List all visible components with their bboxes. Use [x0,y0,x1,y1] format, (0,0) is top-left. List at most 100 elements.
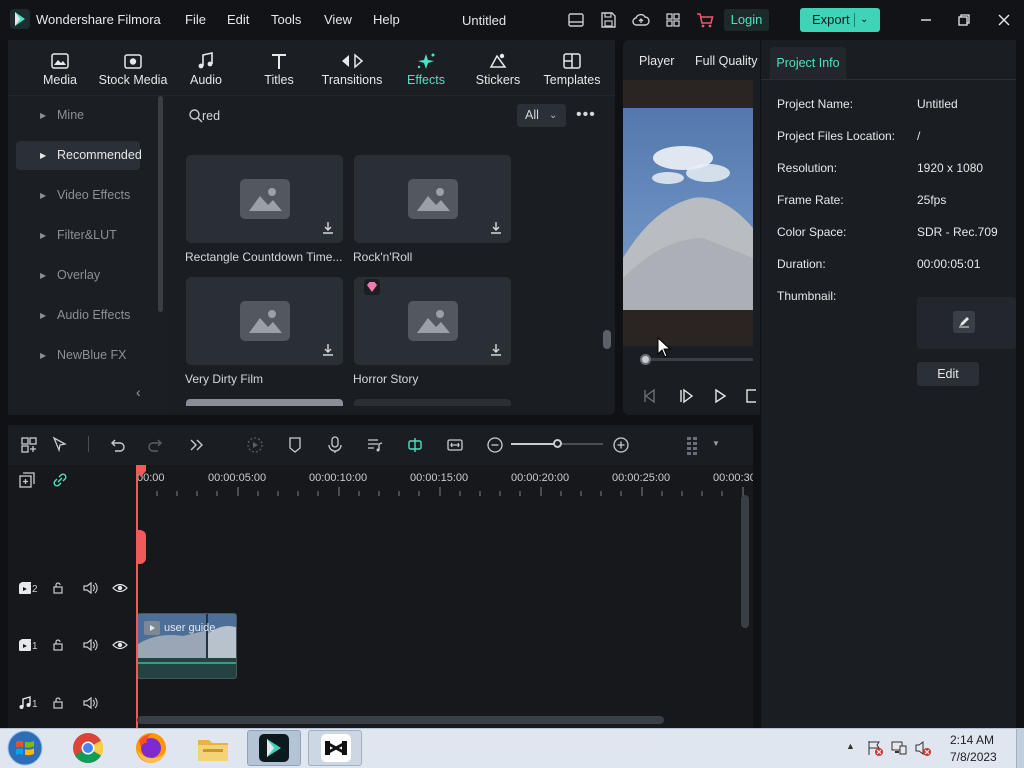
tab-effects[interactable]: Effects [402,40,450,96]
minimize-icon[interactable] [914,8,938,32]
category-recommended[interactable]: ▶ Recommended [16,141,142,170]
menu-view[interactable]: View [324,12,352,27]
chrome-icon[interactable] [70,731,106,765]
tab-player[interactable]: Player [639,54,674,68]
speaker-icon[interactable] [82,581,98,595]
category-newblue-fx[interactable]: ▶ NewBlue FX [16,341,140,370]
effect-card[interactable] [354,277,511,365]
playhead[interactable] [136,465,138,728]
tab-templates[interactable]: Templates [541,40,603,96]
effect-card[interactable] [186,277,343,365]
tab-stickers[interactable]: Stickers [474,40,522,96]
playhead-handle[interactable] [136,530,146,564]
fit-timeline-icon[interactable] [445,435,465,455]
tab-transitions[interactable]: Transitions [318,40,386,96]
undo-icon[interactable] [107,435,127,455]
speaker-icon[interactable] [82,696,98,710]
export-button[interactable]: Export ⌄ [800,8,880,32]
category-filter-lut[interactable]: ▶ Filter&LUT [16,221,140,250]
more-options-icon[interactable]: ••• [576,106,596,126]
tab-audio[interactable]: Audio [184,40,228,96]
chevron-down-icon[interactable]: ▼ [712,439,720,448]
track-density-icon[interactable] [683,435,703,455]
firefox-icon[interactable] [133,731,169,765]
windows-start-icon[interactable] [3,729,47,767]
menu-tools[interactable]: Tools [271,12,301,27]
grid-apps-icon[interactable] [663,10,683,30]
voiceover-list-icon[interactable] [365,435,385,455]
edit-button[interactable]: Edit [917,362,979,386]
stop-icon[interactable] [744,387,756,405]
lock-icon[interactable] [51,638,65,652]
volume-muted-icon[interactable] [914,739,932,757]
add-track-icon[interactable] [18,471,36,489]
playback-progress[interactable] [645,358,753,361]
timeline-vertical-scrollbar[interactable] [741,495,749,628]
clock-time[interactable]: 2:14 AM [950,733,994,747]
pencil-edit-icon[interactable] [953,311,975,333]
category-label: NewBlue FX [57,348,127,362]
shopping-cart-icon[interactable] [695,10,715,30]
filter-select[interactable]: All ⌄ [517,104,566,127]
menu-edit[interactable]: Edit [227,12,249,27]
play-next-frame-icon[interactable] [677,387,695,405]
menu-file[interactable]: File [185,12,206,27]
speaker-icon[interactable] [82,638,98,652]
login-button[interactable]: Login [724,9,769,31]
timeline-horizontal-scrollbar[interactable] [137,716,664,724]
zoom-out-icon[interactable] [485,435,505,455]
microphone-icon[interactable] [325,435,345,455]
network-icon[interactable] [890,739,908,757]
cloud-upload-icon[interactable] [631,10,651,30]
collapse-sidebar-icon[interactable]: ‹ [136,384,152,404]
download-icon[interactable] [489,221,503,235]
effects-scrollbar[interactable] [603,330,611,349]
action-center-flag-icon[interactable] [866,739,884,757]
show-hidden-icons[interactable]: ▲ [846,741,855,751]
download-icon[interactable] [489,343,503,357]
effect-card[interactable] [186,155,343,243]
category-mine[interactable]: ▶ Mine [16,101,140,130]
category-scrollbar[interactable] [158,96,163,312]
tab-stock-media[interactable]: Stock Media [96,40,170,96]
render-preview-icon[interactable] [245,435,265,455]
more-tools-icon[interactable] [187,435,207,455]
zoom-in-icon[interactable] [611,435,631,455]
lock-icon[interactable] [51,581,65,595]
lock-icon[interactable] [51,696,65,710]
file-explorer-icon[interactable] [195,731,231,765]
search-input[interactable]: red [202,109,220,123]
redo-icon[interactable] [146,435,166,455]
effect-card[interactable] [354,155,511,243]
marker-icon[interactable] [285,435,305,455]
save-icon[interactable] [598,10,618,30]
restore-icon[interactable] [952,8,976,32]
chevron-down-icon[interactable]: ⌄ [860,8,868,32]
tab-project-info[interactable]: Project Info [770,47,846,79]
layout-grid-icon[interactable] [19,435,39,455]
category-video-effects[interactable]: ▶ Video Effects [16,181,140,210]
download-icon[interactable] [321,221,335,235]
layout-icon[interactable] [566,10,586,30]
eye-icon[interactable] [112,582,128,594]
category-audio-effects[interactable]: ▶ Audio Effects [16,301,140,330]
menu-help[interactable]: Help [373,12,400,27]
previous-frame-icon[interactable] [641,387,659,405]
clock-date[interactable]: 7/8/2023 [950,750,997,764]
download-icon[interactable] [321,343,335,357]
tab-titles[interactable]: Titles [258,40,300,96]
tab-media[interactable]: Media [31,40,89,96]
category-overlay[interactable]: ▶ Overlay [16,261,140,290]
select-arrow-icon[interactable] [50,435,70,455]
close-icon[interactable] [992,8,1016,32]
info-value: 25fps [917,193,947,207]
zoom-slider-knob[interactable] [553,439,562,448]
eye-icon[interactable] [112,639,128,651]
snap-magnet-icon[interactable] [405,435,425,455]
quality-select[interactable]: Full Quality [695,54,758,68]
link-icon[interactable] [51,471,69,489]
playhead-top-icon[interactable] [136,465,146,477]
show-desktop-button[interactable] [1016,729,1024,768]
progress-knob[interactable] [640,354,651,365]
play-icon[interactable] [711,387,729,405]
